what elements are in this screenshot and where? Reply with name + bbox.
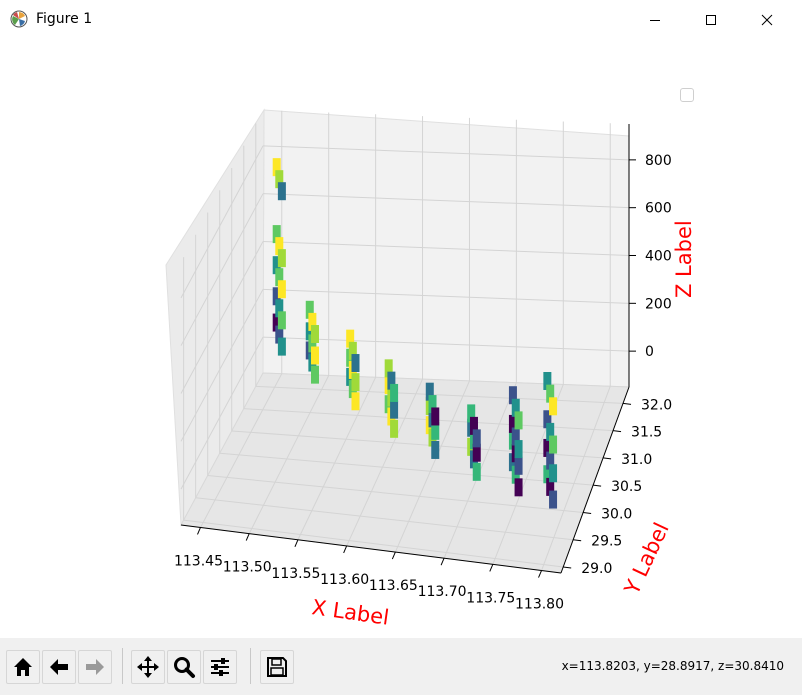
- back-button[interactable]: [42, 650, 76, 684]
- data-point: [549, 397, 558, 416]
- maximize-icon: [706, 15, 716, 25]
- configure-subplots-button[interactable]: [203, 650, 237, 684]
- window-title: Figure 1: [36, 11, 93, 27]
- configure-subplots-icon: [211, 658, 229, 676]
- toolbar-separator: [250, 648, 251, 684]
- window-titlebar: Figure 1: [0, 0, 802, 40]
- forward-button[interactable]: [78, 650, 112, 684]
- data-point: [277, 280, 286, 299]
- x-tick-mark: [294, 539, 299, 547]
- z-tick-label: 600: [645, 201, 672, 217]
- zoom-icon: [174, 657, 195, 678]
- home-icon: [14, 658, 32, 676]
- x-tick-label: 113.50: [223, 560, 272, 576]
- data-point: [549, 490, 558, 509]
- z-tick-label: 400: [645, 249, 672, 265]
- y-tick-mark: [603, 457, 612, 460]
- data-point: [277, 311, 286, 330]
- data-point: [390, 383, 399, 402]
- matplotlib-icon: [10, 10, 28, 28]
- x-tick-mark: [245, 533, 250, 541]
- figure-canvas[interactable]: 113.45 113.50 113.55 113.60 113.65 113.70 113.…: [1, 40, 801, 638]
- home-button[interactable]: [6, 650, 40, 684]
- data-point: [514, 440, 523, 459]
- data-point: [310, 365, 319, 384]
- x-tick-mark: [440, 558, 445, 566]
- z-tick-label: 200: [645, 296, 672, 312]
- y-tick-mark: [622, 402, 632, 405]
- data-point: [549, 435, 558, 454]
- x-tick-label: 113.75: [466, 590, 515, 606]
- y-tick-label: 30.5: [611, 479, 642, 495]
- forward-arrow-icon: [86, 659, 104, 675]
- x-tick-mark: [489, 564, 494, 572]
- floor-pane: [180, 372, 630, 574]
- close-icon: [761, 14, 773, 26]
- z-tick-labels: 0 200 400 600 800: [645, 153, 672, 360]
- x-tick-label: 113.45: [174, 553, 223, 569]
- data-point: [390, 419, 399, 438]
- save-icon: [267, 657, 287, 677]
- y-tick-label: 29.5: [591, 534, 622, 550]
- y-tick-mark: [573, 539, 582, 542]
- data-point: [514, 478, 523, 497]
- y-tick-mark: [593, 484, 602, 487]
- y-tick-label: 30.0: [601, 506, 632, 522]
- y-tick-label: 31.0: [621, 452, 652, 468]
- data-point: [310, 324, 319, 343]
- back-arrow-icon: [50, 659, 68, 675]
- zoom-button[interactable]: [167, 650, 201, 684]
- toolbar-separator: [122, 648, 123, 684]
- x-tick-label: 113.60: [320, 572, 369, 588]
- x-tick-mark: [391, 551, 396, 560]
- data-point: [277, 182, 286, 201]
- save-button[interactable]: [260, 650, 294, 684]
- x-tick-label: 113.70: [418, 584, 467, 600]
- data-point: [277, 249, 286, 268]
- pan-button[interactable]: [131, 650, 165, 684]
- data-point: [390, 400, 399, 419]
- maximize-button[interactable]: [688, 0, 734, 40]
- data-point: [431, 440, 440, 459]
- x-tick-label: 113.65: [369, 578, 418, 594]
- data-point: [277, 337, 286, 356]
- data-point: [472, 429, 481, 448]
- x-axis-label: X Label: [310, 595, 390, 630]
- data-point: [514, 411, 523, 430]
- close-button[interactable]: [744, 0, 790, 40]
- z-tick-label: 800: [645, 153, 672, 169]
- minimize-button[interactable]: [632, 0, 678, 40]
- data-point: [310, 346, 319, 365]
- data-point: [351, 392, 360, 411]
- cursor-coordinates: x=113.8203, y=28.8917, z=30.8410: [561, 659, 784, 673]
- y-tick-mark: [563, 566, 572, 569]
- x-tick-label: 113.80: [515, 597, 564, 613]
- data-point: [549, 464, 558, 483]
- y-tick-label: 32.0: [641, 397, 672, 413]
- x-tick-mark: [197, 527, 201, 535]
- 3d-scatter-plot[interactable]: 113.45 113.50 113.55 113.60 113.65 113.70 113.…: [1, 40, 801, 638]
- y-tick-label: 29.0: [581, 561, 612, 577]
- data-point: [514, 456, 523, 475]
- x-tick-label: 113.55: [271, 566, 320, 582]
- y-tick-label: 31.5: [631, 425, 662, 441]
- y-tick-mark: [612, 430, 622, 433]
- data-point: [472, 462, 481, 481]
- data-point: [351, 354, 360, 373]
- y-axis-label: Y Label: [619, 519, 673, 599]
- x-tick-mark: [343, 545, 348, 554]
- z-axis-label: Z Label: [672, 220, 696, 298]
- minimize-icon: [650, 20, 660, 21]
- z-tick-label: 0: [645, 344, 654, 360]
- y-tick-mark: [583, 511, 592, 514]
- data-point: [351, 373, 360, 392]
- legend-box: [680, 88, 694, 102]
- navigation-toolbar: x=113.8203, y=28.8917, z=30.8410: [0, 638, 802, 695]
- pan-icon: [137, 656, 159, 678]
- x-tick-mark: [538, 570, 542, 578]
- data-point: [431, 407, 440, 426]
